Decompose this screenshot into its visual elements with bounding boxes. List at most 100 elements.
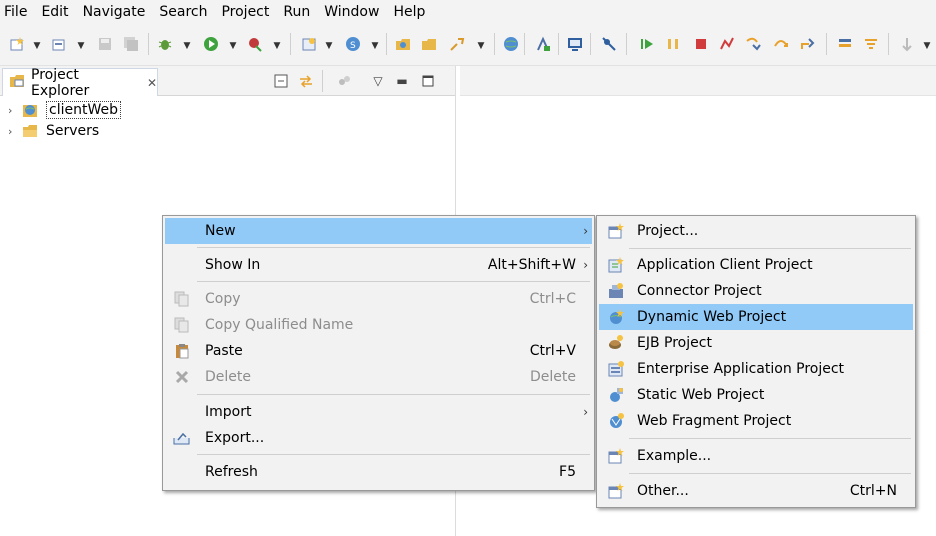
new-server-icon[interactable]	[50, 35, 68, 53]
static-web-project-icon	[607, 386, 625, 404]
menu-item-export[interactable]: Export...	[165, 425, 592, 451]
tree-item-servers[interactable]: › Servers	[8, 121, 99, 141]
menu-item-label: Copy	[205, 291, 241, 307]
new-java-class-icon[interactable]	[300, 35, 318, 53]
submenu-item-ejb-project[interactable]: EJB Project	[599, 330, 913, 356]
submenu-item-static-web-project[interactable]: Static Web Project	[599, 382, 913, 408]
step-over-icon[interactable]	[772, 35, 790, 53]
menu-item-label: Import	[205, 404, 252, 420]
chevron-right-icon: ›	[583, 405, 588, 419]
menu-navigate[interactable]: Navigate	[83, 0, 154, 24]
menu-item-label: Copy Qualified Name	[205, 317, 354, 333]
view-menu-icon[interactable]: ▽	[370, 73, 386, 89]
chevron-down-icon[interactable]: ▼	[370, 37, 380, 55]
chevron-down-icon[interactable]: ▼	[182, 37, 192, 55]
menu-item-copy-qualified-name[interactable]: Copy Qualified Name	[165, 312, 592, 338]
menu-run[interactable]: Run	[283, 0, 318, 24]
chevron-right-icon[interactable]: ›	[8, 104, 22, 117]
new-wizard-icon[interactable]	[8, 35, 26, 53]
menu-item-label: Connector Project	[637, 283, 762, 299]
menu-file[interactable]: File	[4, 0, 35, 24]
resume-icon[interactable]	[638, 35, 656, 53]
chevron-down-icon[interactable]: ▼	[922, 37, 932, 55]
chevron-down-icon[interactable]: ▼	[32, 37, 42, 55]
submenu-item-example[interactable]: Example...	[599, 443, 913, 469]
submenu-item-dynamic-web-project[interactable]: Dynamic Web Project	[599, 304, 913, 330]
step-return-icon[interactable]	[798, 35, 816, 53]
pin-icon[interactable]	[898, 35, 916, 53]
save-icon[interactable]	[96, 35, 114, 53]
menu-item-shortcut: F5	[559, 464, 576, 480]
submenu-item-web-fragment-project[interactable]: Web Fragment Project	[599, 408, 913, 434]
ear-project-icon	[607, 360, 625, 378]
menu-item-label: EJB Project	[637, 335, 712, 351]
chevron-down-icon[interactable]: ▼	[476, 37, 486, 55]
filter-icon[interactable]	[336, 73, 352, 89]
submenu-item-connector-project[interactable]: Connector Project	[599, 278, 913, 304]
chevron-right-icon[interactable]: ›	[8, 125, 22, 138]
save-all-icon[interactable]	[122, 35, 140, 53]
menu-item-label: Dynamic Web Project	[637, 309, 787, 325]
menu-item-import[interactable]: Import ›	[165, 399, 592, 425]
ant-icon[interactable]	[534, 35, 552, 53]
menu-item-new[interactable]: New ›	[165, 218, 592, 244]
maximize-icon[interactable]	[420, 73, 436, 89]
chevron-down-icon[interactable]: ▼	[324, 37, 334, 55]
submenu-item-project[interactable]: Project...	[599, 218, 913, 244]
toolbar-separator	[826, 33, 827, 55]
search-icon[interactable]	[448, 35, 466, 53]
tab-project-explorer[interactable]: Project Explorer ✕	[2, 67, 158, 99]
skip-breakpoints-icon[interactable]	[600, 35, 618, 53]
close-icon[interactable]: ✕	[147, 76, 157, 90]
minimize-icon[interactable]: ▬	[394, 73, 410, 89]
use-step-filters-icon[interactable]	[862, 35, 880, 53]
menu-item-paste[interactable]: Paste Ctrl+V	[165, 338, 592, 364]
menu-item-delete[interactable]: Delete Delete	[165, 364, 592, 390]
tree-item-label: Servers	[46, 123, 100, 139]
view-tab-bar: Project Explorer ✕ ▽ ▬	[0, 66, 455, 99]
main-toolbar: ▼ ▼ ▼ ▼ ▼ ▼ S ▼ ▼ ▼	[0, 24, 936, 66]
chevron-down-icon[interactable]: ▼	[228, 37, 238, 55]
run-icon[interactable]	[202, 35, 220, 53]
toolbar-separator	[626, 33, 627, 55]
link-with-editor-icon[interactable]	[298, 73, 314, 89]
external-tools-icon[interactable]	[246, 35, 264, 53]
submenu-item-application-client-project[interactable]: Application Client Project	[599, 252, 913, 278]
open-type-icon[interactable]	[394, 35, 412, 53]
menu-item-label: Enterprise Application Project	[637, 361, 845, 377]
disconnect-icon[interactable]	[718, 35, 736, 53]
menu-item-show-in[interactable]: Show In Alt+Shift+W ›	[165, 252, 592, 278]
open-task-icon[interactable]	[420, 35, 438, 53]
chevron-down-icon[interactable]: ▼	[76, 37, 86, 55]
console-icon[interactable]	[566, 35, 584, 53]
menu-item-refresh[interactable]: Refresh F5	[165, 459, 592, 485]
suspend-icon[interactable]	[664, 35, 682, 53]
new-project-icon	[607, 222, 625, 240]
chevron-right-icon: ›	[583, 258, 588, 272]
menu-search[interactable]: Search	[159, 0, 215, 24]
new-package-icon[interactable]: S	[344, 35, 362, 53]
step-into-icon[interactable]	[744, 35, 762, 53]
app-client-project-icon	[607, 256, 625, 274]
web-fragment-project-icon	[607, 412, 625, 430]
menu-project[interactable]: Project	[221, 0, 277, 24]
tree-item-clientweb[interactable]: › clientWeb	[8, 100, 121, 120]
toolbar-separator	[386, 33, 387, 55]
globe-icon[interactable]	[502, 35, 520, 53]
chevron-down-icon[interactable]: ▼	[272, 37, 282, 55]
menu-edit[interactable]: Edit	[41, 0, 76, 24]
submenu-item-enterprise-application-project[interactable]: Enterprise Application Project	[599, 356, 913, 382]
collapse-all-icon[interactable]	[273, 73, 289, 89]
menu-item-copy[interactable]: Copy Ctrl+C	[165, 286, 592, 312]
menu-help[interactable]: Help	[393, 0, 433, 24]
menu-separator	[197, 394, 590, 395]
submenu-item-other[interactable]: Other... Ctrl+N	[599, 478, 913, 504]
menu-window[interactable]: Window	[324, 0, 387, 24]
menu-bar: File Edit Navigate Search Project Run Wi…	[0, 0, 936, 24]
drop-to-frame-icon[interactable]	[836, 35, 854, 53]
tree-item-label: clientWeb	[46, 101, 121, 119]
debug-icon[interactable]	[156, 35, 174, 53]
context-menu: New › Show In Alt+Shift+W › Copy Ctrl+C …	[162, 215, 595, 491]
toolbar-separator	[558, 33, 559, 55]
terminate-icon[interactable]	[692, 35, 710, 53]
